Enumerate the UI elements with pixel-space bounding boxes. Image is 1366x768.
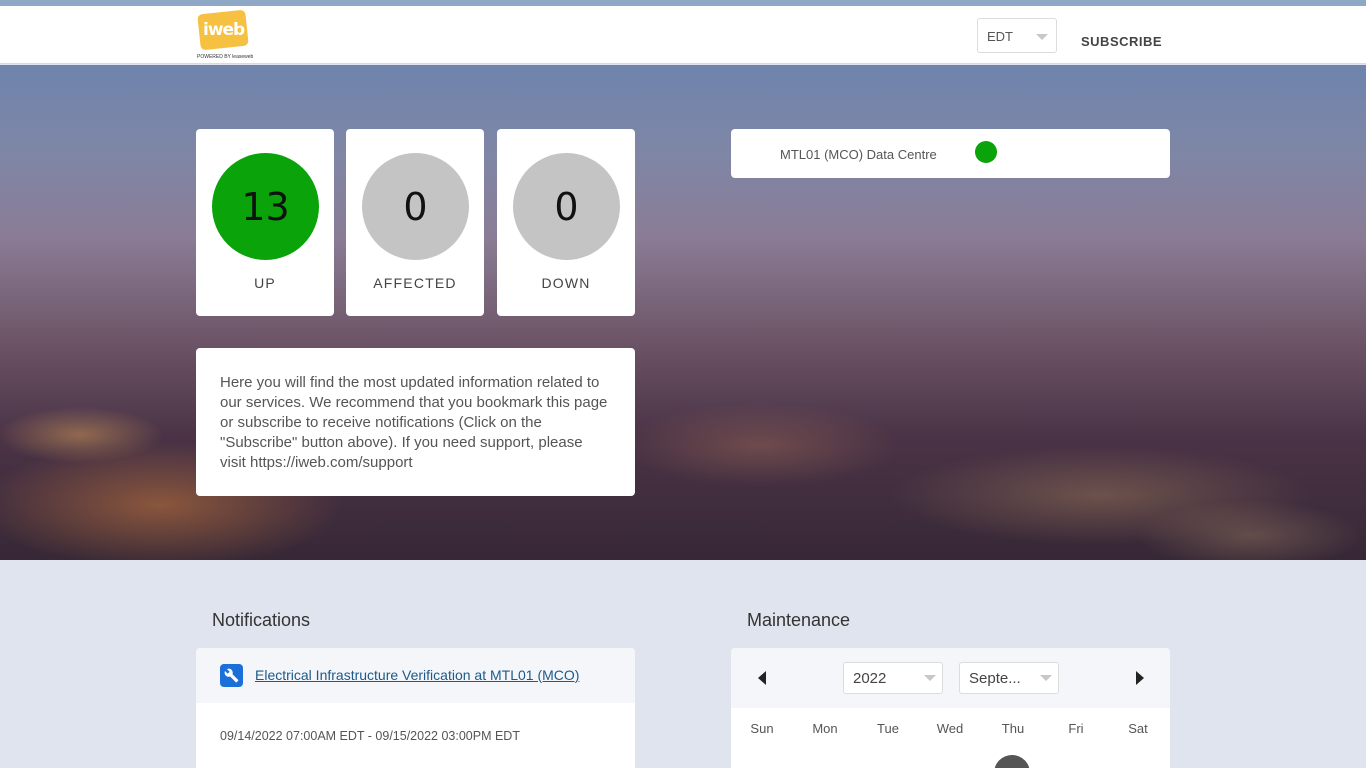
- stat-value-up: 13: [241, 184, 290, 229]
- notification-card: Electrical Infrastructure Verification a…: [196, 648, 635, 768]
- timezone-value: EDT: [987, 29, 1013, 44]
- notification-link[interactable]: Electrical Infrastructure Verification a…: [255, 667, 579, 683]
- maintenance-calendar: 2022 Septe... Sun Mon Tue Wed Thu Fri Sa…: [731, 648, 1170, 768]
- calendar-day-marker[interactable]: [994, 755, 1030, 768]
- chevron-down-icon: [1036, 34, 1048, 40]
- notification-header: Electrical Infrastructure Verification a…: [196, 648, 635, 703]
- stat-label-up: UP: [254, 275, 276, 291]
- wrench-icon: [220, 664, 243, 687]
- iweb-logo[interactable]: iweb POWERED BY leaseweb: [197, 9, 254, 60]
- chevron-down-icon: [924, 675, 936, 681]
- notifications-title: Notifications: [212, 610, 311, 630]
- maintenance-title: Maintenance: [747, 610, 851, 630]
- chevron-down-icon: [1040, 675, 1052, 681]
- header: iweb POWERED BY leaseweb EDT SUBSCRIBE: [0, 6, 1366, 64]
- stat-value-down: 0: [554, 184, 579, 229]
- stat-label-down: DOWN: [541, 275, 591, 291]
- stat-circle-up: 13: [212, 153, 319, 260]
- logo-subtitle: POWERED BY leaseweb: [197, 54, 254, 60]
- year-value: 2022: [853, 670, 887, 687]
- calendar-header: 2022 Septe...: [731, 648, 1170, 708]
- stat-card-up: 13 UP: [196, 129, 334, 316]
- weekday-fri: Fri: [1068, 721, 1084, 736]
- stat-value-affected: 0: [403, 184, 428, 229]
- weekday-tue: Tue: [877, 721, 899, 736]
- info-card: Here you will find the most updated info…: [196, 348, 635, 496]
- year-select[interactable]: 2022: [843, 662, 943, 694]
- weekday-sat: Sat: [1128, 721, 1148, 736]
- stat-circle-down: 0: [513, 153, 620, 260]
- weekday-wed: Wed: [936, 721, 964, 736]
- weekday-mon: Mon: [812, 721, 838, 736]
- weekday-thu: Thu: [1001, 721, 1025, 736]
- info-text: Here you will find the most updated info…: [220, 374, 608, 471]
- timezone-select[interactable]: EDT: [977, 18, 1057, 53]
- logo-text: iweb: [203, 20, 245, 40]
- notification-date-range: 09/14/2022 07:00AM EDT - 09/15/2022 03:0…: [220, 729, 520, 743]
- stat-circle-affected: 0: [362, 153, 469, 260]
- month-select[interactable]: Septe...: [959, 662, 1059, 694]
- prev-month-icon[interactable]: [758, 671, 766, 685]
- datacentre-name: MTL01 (MCO) Data Centre: [780, 147, 937, 162]
- next-month-icon[interactable]: [1136, 671, 1144, 685]
- stat-card-down: 0 DOWN: [497, 129, 635, 316]
- subscribe-button[interactable]: SUBSCRIBE: [1081, 34, 1162, 49]
- stat-label-affected: AFFECTED: [373, 275, 457, 291]
- datacentre-status-card[interactable]: MTL01 (MCO) Data Centre: [731, 129, 1170, 178]
- month-value: Septe...: [969, 670, 1021, 687]
- stat-card-affected: 0 AFFECTED: [346, 129, 484, 316]
- weekday-sun: Sun: [750, 721, 774, 736]
- status-dot-icon: [975, 141, 997, 163]
